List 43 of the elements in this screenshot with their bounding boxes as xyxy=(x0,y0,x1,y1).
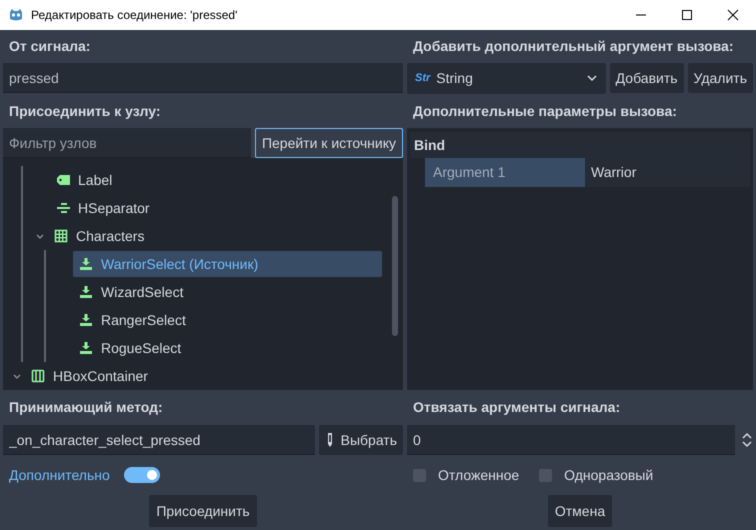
add-button[interactable]: Добавить xyxy=(610,63,684,93)
argument-name: Argument 1 xyxy=(425,158,585,187)
download-icon xyxy=(79,257,93,271)
checkbox-label: Одноразовый xyxy=(564,467,654,483)
tree-item[interactable]: Label xyxy=(50,167,382,193)
section-label: Принимающий метод: xyxy=(8,399,163,415)
separator-icon xyxy=(56,201,70,215)
argument-value[interactable]: Warrior xyxy=(585,158,750,187)
section-label: От сигнала: xyxy=(8,38,90,54)
download-icon xyxy=(79,341,93,355)
grid-icon xyxy=(54,229,68,243)
tree-item[interactable]: WizardSelect xyxy=(73,279,382,305)
remove-button[interactable]: Удалить xyxy=(688,63,753,93)
checkbox-label: Отложенное xyxy=(438,467,520,483)
section-label: Отвязать аргументы сигнала: xyxy=(412,399,620,415)
section-label: Присоединить к узлу: xyxy=(8,103,160,119)
go-to-source-button[interactable]: Перейти к источнику xyxy=(254,128,403,158)
type-dropdown[interactable]: Str String xyxy=(407,62,606,94)
bind-header: Bind xyxy=(410,132,750,158)
tree-item[interactable]: RogueSelect xyxy=(73,335,382,361)
cancel-button[interactable]: Отмена xyxy=(548,495,612,527)
filter-field[interactable]: Фильтр узлов xyxy=(3,128,251,158)
method-field[interactable]: _on_character_select_pressed xyxy=(3,425,315,455)
advanced-toggle[interactable] xyxy=(124,467,160,483)
download-icon xyxy=(79,285,93,299)
tree-item[interactable]: HSeparator xyxy=(50,195,382,221)
download-icon xyxy=(79,313,93,327)
tag-icon xyxy=(56,173,70,187)
connect-button[interactable]: Присоединить xyxy=(149,495,257,527)
advanced-label: Дополнительно xyxy=(8,467,110,483)
tree-item[interactable]: WarriorSelect (Источник) xyxy=(73,251,382,277)
tree-item[interactable]: Characters xyxy=(48,223,382,249)
app-icon xyxy=(8,7,24,23)
pick-button[interactable]: Выбрать xyxy=(318,425,403,455)
section-label: Добавить дополнительный аргумент вызова: xyxy=(412,38,734,54)
tree-item[interactable]: RangerSelect xyxy=(73,307,382,333)
section-label: Дополнительные параметры вызова: xyxy=(412,103,677,119)
columns-icon xyxy=(31,369,45,383)
tree-item[interactable]: HBoxContainer xyxy=(25,363,382,389)
window-title: Редактировать соединение: 'pressed' xyxy=(31,8,238,22)
unbind-spinbox[interactable]: 0 xyxy=(407,425,735,455)
signal-field[interactable]: pressed xyxy=(3,63,403,93)
spin-arrows-icon xyxy=(741,430,753,450)
